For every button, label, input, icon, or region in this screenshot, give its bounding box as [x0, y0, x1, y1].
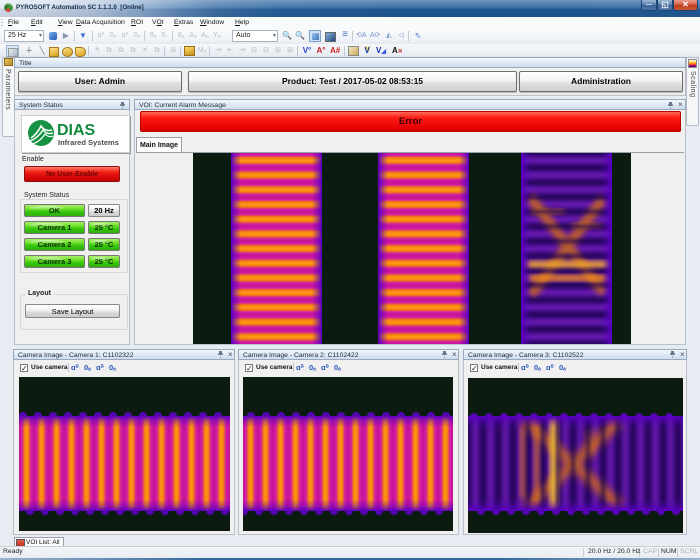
- svg-text:DIAS: DIAS: [57, 122, 96, 139]
- svg-text:Infrared Systems: Infrared Systems: [58, 138, 119, 147]
